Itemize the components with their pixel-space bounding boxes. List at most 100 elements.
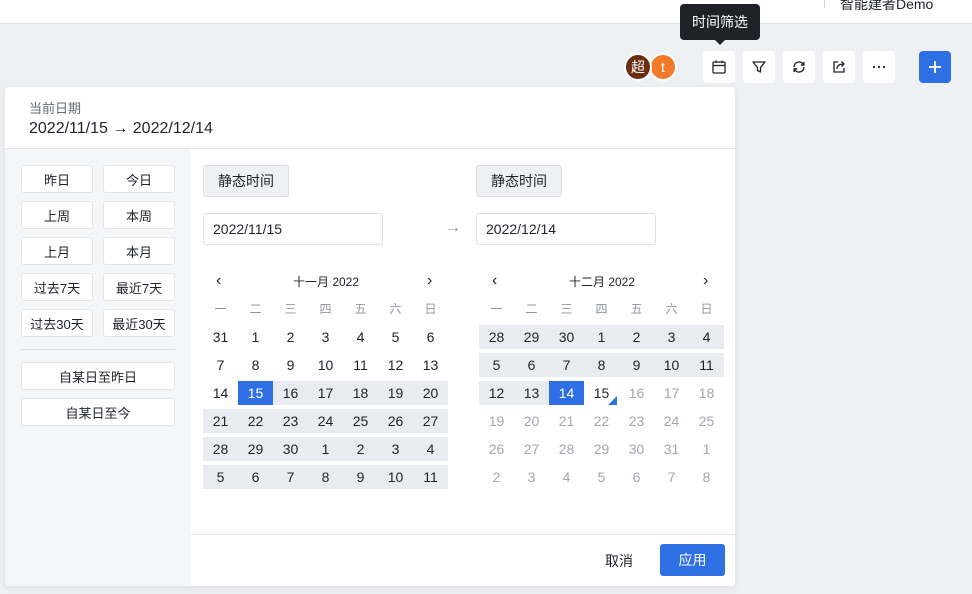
calendar-day[interactable]: 6	[238, 465, 273, 489]
calendar-day[interactable]: 27	[413, 409, 448, 433]
calendar-day[interactable]: 21	[203, 409, 238, 433]
calendar-day[interactable]: 28	[479, 325, 514, 349]
calendar-day[interactable]: 3	[514, 465, 549, 489]
end-date-input[interactable]: 2022/12/14	[476, 213, 656, 245]
quick-this-month-button[interactable]: 本月	[103, 237, 175, 265]
calendar-day[interactable]: 4	[343, 325, 378, 349]
calendar-day[interactable]: 16	[619, 381, 654, 405]
calendar-day[interactable]: 13	[514, 381, 549, 405]
calendar-day[interactable]: 8	[238, 353, 273, 377]
start-date-input[interactable]: 2022/11/15	[203, 213, 383, 245]
calendar-day[interactable]: 20	[413, 381, 448, 405]
calendar-day[interactable]: 24	[654, 409, 689, 433]
calendar-day[interactable]: 5	[479, 353, 514, 377]
calendar-day[interactable]: 19	[479, 409, 514, 433]
calendar-day[interactable]: 3	[654, 325, 689, 349]
calendar-day[interactable]: 7	[654, 465, 689, 489]
avatar[interactable]: 超	[624, 53, 652, 81]
calendar-day[interactable]: 28	[203, 437, 238, 461]
calendar-day[interactable]: 5	[378, 325, 413, 349]
add-button[interactable]	[919, 51, 951, 83]
calendar-day[interactable]: 3	[378, 437, 413, 461]
calendar-day[interactable]: 6	[514, 353, 549, 377]
calendar-day[interactable]: 24	[308, 409, 343, 433]
calendar-day[interactable]: 30	[549, 325, 584, 349]
calendar-day[interactable]: 8	[308, 465, 343, 489]
calendar-day[interactable]: 29	[514, 325, 549, 349]
calendar-day[interactable]: 14	[549, 381, 584, 405]
calendar-day[interactable]: 2	[343, 437, 378, 461]
calendar-day[interactable]: 21	[549, 409, 584, 433]
refresh-button[interactable]	[783, 51, 815, 83]
calendar-day[interactable]: 10	[308, 353, 343, 377]
quick-last-week-button[interactable]: 上周	[21, 201, 93, 229]
calendar-day[interactable]: 2	[619, 325, 654, 349]
quick-past-30-days-button[interactable]: 过去30天	[21, 309, 93, 337]
calendar-day[interactable]: 4	[413, 437, 448, 461]
calendar-day[interactable]: 23	[619, 409, 654, 433]
calendar-day[interactable]: 22	[584, 409, 619, 433]
calendar-day[interactable]: 18	[343, 381, 378, 405]
calendar-day[interactable]: 6	[413, 325, 448, 349]
share-button[interactable]	[823, 51, 855, 83]
calendar-day[interactable]: 3	[308, 325, 343, 349]
calendar-day[interactable]: 25	[689, 409, 724, 433]
calendar-day[interactable]: 18	[689, 381, 724, 405]
calendar-day[interactable]: 11	[689, 353, 724, 377]
calendar-day[interactable]: 16	[273, 381, 308, 405]
calendar-day[interactable]: 10	[654, 353, 689, 377]
since-date-to-yesterday-button[interactable]: 自某日至昨日	[21, 362, 175, 390]
calendar-day[interactable]: 17	[654, 381, 689, 405]
calendar-day[interactable]: 26	[378, 409, 413, 433]
calendar-day[interactable]: 9	[343, 465, 378, 489]
calendar-day[interactable]: 2	[479, 465, 514, 489]
calendar-day[interactable]: 14	[203, 381, 238, 405]
cancel-button[interactable]: 取消	[597, 545, 641, 577]
end-static-time-tag[interactable]: 静态时间	[476, 165, 562, 197]
calendar-day[interactable]: 1	[238, 325, 273, 349]
calendar-day[interactable]: 5	[584, 465, 619, 489]
calendar-day[interactable]: 20	[514, 409, 549, 433]
calendar-day[interactable]: 10	[378, 465, 413, 489]
calendar-day[interactable]: 12	[378, 353, 413, 377]
more-button[interactable]	[863, 51, 895, 83]
calendar-day[interactable]: 5	[203, 465, 238, 489]
next-month-button[interactable]: ›	[703, 272, 708, 290]
calendar-day[interactable]: 22	[238, 409, 273, 433]
calendar-day[interactable]: 30	[273, 437, 308, 461]
calendar-day[interactable]: 31	[203, 325, 238, 349]
calendar-day[interactable]: 29	[238, 437, 273, 461]
avatar[interactable]: t	[649, 53, 677, 81]
calendar-day[interactable]: 12	[479, 381, 514, 405]
calendar-day[interactable]: 11	[343, 353, 378, 377]
calendar-day[interactable]: 8	[689, 465, 724, 489]
calendar-day[interactable]: 19	[378, 381, 413, 405]
filter-button[interactable]	[743, 51, 775, 83]
calendar-day[interactable]: 29	[584, 437, 619, 461]
quick-past-7-days-button[interactable]: 过去7天	[21, 273, 93, 301]
calendar-day[interactable]: 25	[343, 409, 378, 433]
calendar-day[interactable]: 13	[413, 353, 448, 377]
time-filter-button[interactable]	[703, 51, 735, 83]
quick-last-month-button[interactable]: 上月	[21, 237, 93, 265]
prev-month-button[interactable]: ‹	[216, 272, 221, 290]
calendar-day[interactable]: 27	[514, 437, 549, 461]
calendar-day[interactable]: 6	[619, 465, 654, 489]
calendar-day[interactable]: 30	[619, 437, 654, 461]
calendar-day[interactable]: 31	[654, 437, 689, 461]
calendar-day[interactable]: 4	[689, 325, 724, 349]
calendar-day[interactable]: 8	[584, 353, 619, 377]
quick-recent-30-days-button[interactable]: 最近30天	[103, 309, 175, 337]
quick-yesterday-button[interactable]: 昨日	[21, 165, 93, 193]
calendar-day[interactable]: 9	[619, 353, 654, 377]
start-static-time-tag[interactable]: 静态时间	[203, 165, 289, 197]
calendar-day[interactable]: 1	[584, 325, 619, 349]
calendar-day[interactable]: 17	[308, 381, 343, 405]
calendar-day[interactable]: 7	[549, 353, 584, 377]
calendar-day[interactable]: 4	[549, 465, 584, 489]
calendar-day[interactable]: 7	[273, 465, 308, 489]
calendar-day[interactable]: 9	[273, 353, 308, 377]
app-title[interactable]: 智能建者Demo	[840, 0, 933, 14]
since-date-to-today-button[interactable]: 自某日至今	[21, 398, 175, 426]
calendar-day[interactable]: 23	[273, 409, 308, 433]
